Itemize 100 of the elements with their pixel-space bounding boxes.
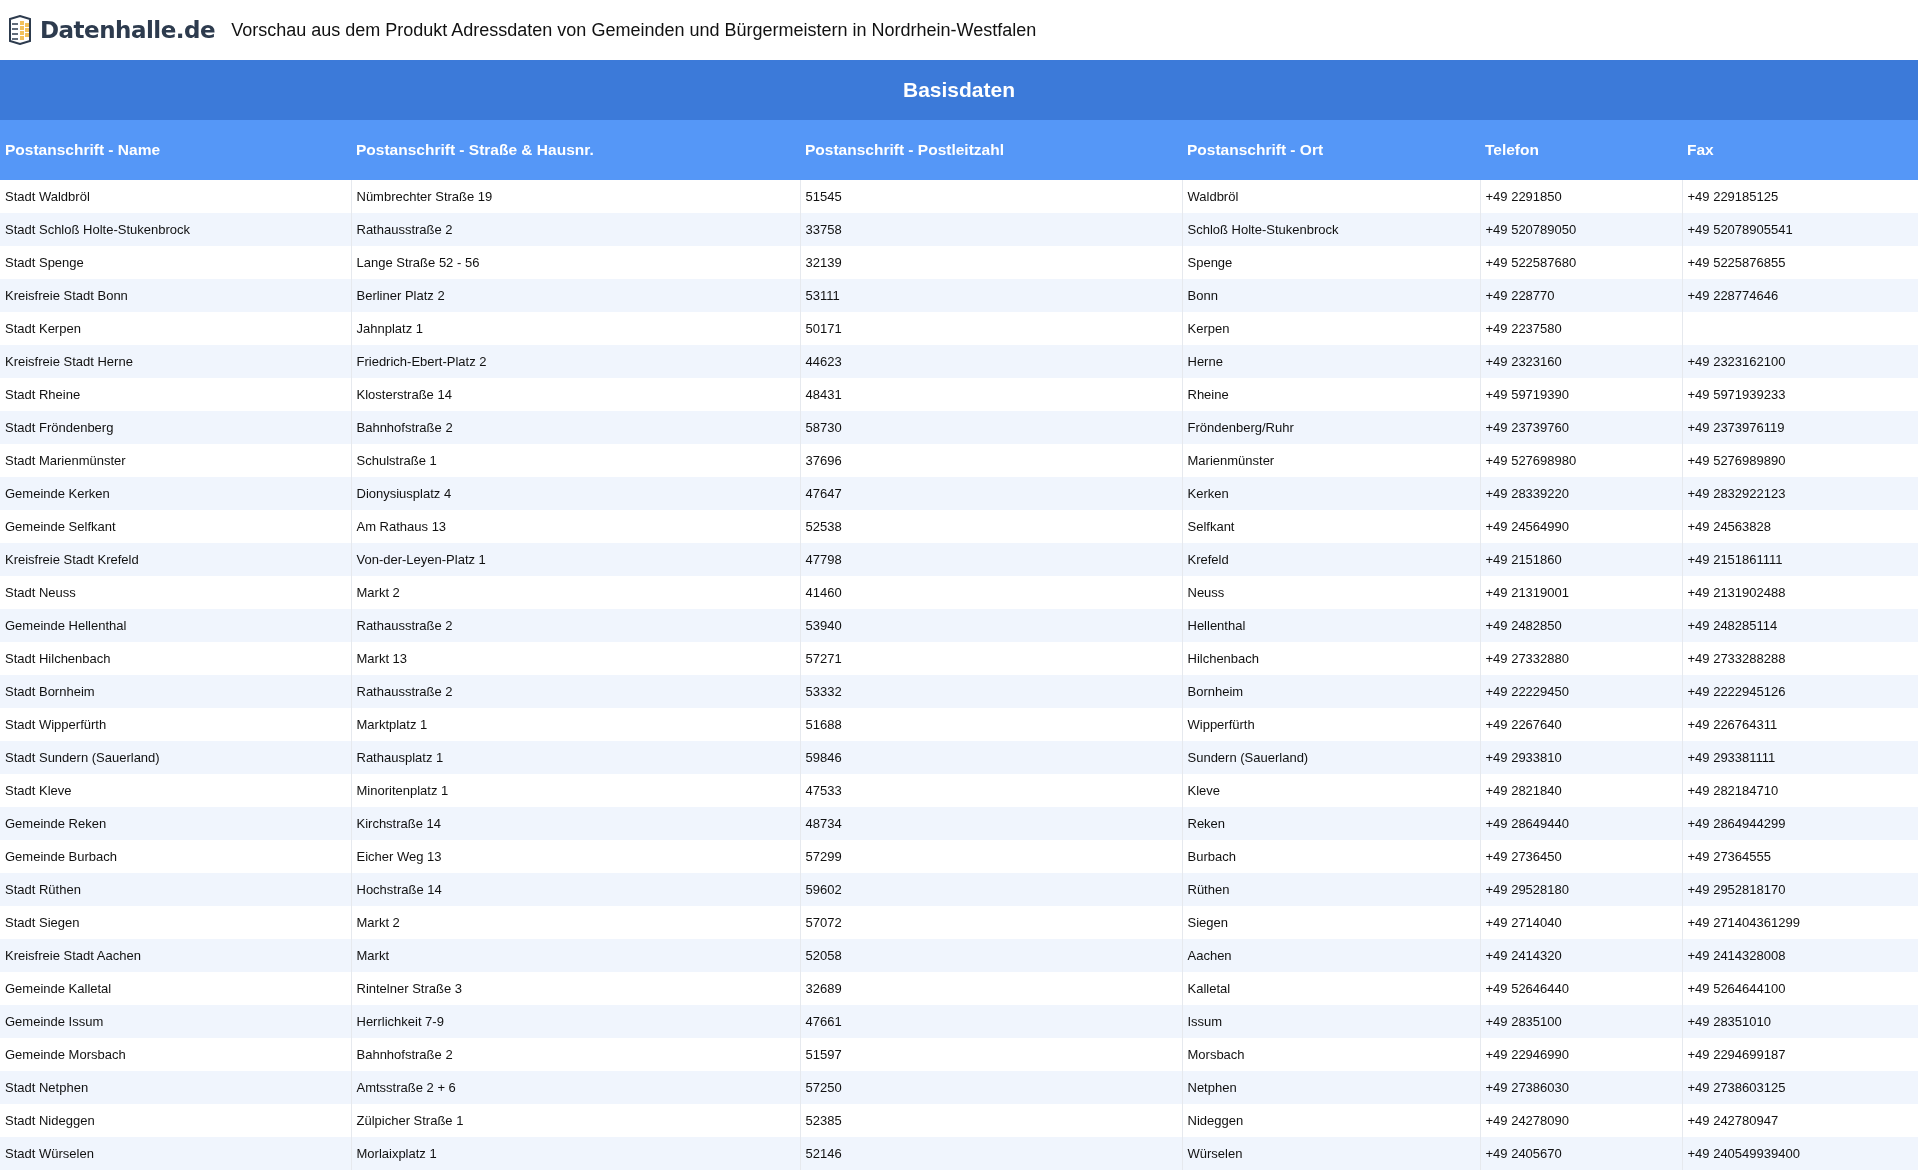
table-cell: Kerpen xyxy=(1187,321,1230,336)
table-cell: Zülpicher Straße 1 xyxy=(356,1113,464,1128)
table-cell: +49 52078905541 xyxy=(1687,222,1793,237)
table-cell: 53332 xyxy=(805,684,842,699)
table-cell: +49 2131902488 xyxy=(1687,585,1786,600)
table-cell: Eicher Weg 13 xyxy=(356,849,442,864)
table-cell: Kreisfreie Stadt Krefeld xyxy=(5,552,139,567)
table-cell: +49 2952818170 xyxy=(1687,882,1786,897)
column-header: Postanschrift - Name xyxy=(0,120,351,180)
table-cell: Amtsstraße 2 + 6 xyxy=(356,1080,456,1095)
table-cell: Kleve xyxy=(1187,783,1221,798)
table-cell: +49 2738603125 xyxy=(1687,1080,1786,1095)
table-cell: 51688 xyxy=(805,717,842,732)
table-cell: Stadt Sundern (Sauerland) xyxy=(5,750,160,765)
table-cell: Lange Straße 52 - 56 xyxy=(356,255,480,270)
table-cell: Stadt Bornheim xyxy=(5,684,95,699)
table-cell: Reken xyxy=(1187,816,1226,831)
table-cell: +49 229185125 xyxy=(1687,189,1779,204)
column-header: Fax xyxy=(1682,120,1918,180)
table-cell: +49 22229450 xyxy=(1485,684,1569,699)
table-cell: 47533 xyxy=(805,783,842,798)
table-cell: Stadt Fröndenberg xyxy=(5,420,114,435)
table-cell: Nideggen xyxy=(1187,1113,1244,1128)
table-cell: Kirchstraße 14 xyxy=(356,816,442,831)
table-cell: Spenge xyxy=(1187,255,1233,270)
table-cell: 52058 xyxy=(805,948,842,963)
table-cell: +49 2832922123 xyxy=(1687,486,1786,501)
column-header: Postanschrift - Ort xyxy=(1182,120,1480,180)
table-cell: +49 27332880 xyxy=(1485,651,1569,666)
table-cell: Stadt Spenge xyxy=(5,255,84,270)
table-cell: +49 2864944299 xyxy=(1687,816,1786,831)
table-cell: Marktplatz 1 xyxy=(356,717,428,732)
table-cell: Sundern (Sauerland) xyxy=(1187,750,1309,765)
table-cell: Markt 2 xyxy=(356,585,400,600)
table-cell: Herne xyxy=(1187,354,1223,369)
table-cell: +49 293381111 xyxy=(1687,750,1776,765)
table-cell: 53940 xyxy=(805,618,842,633)
table-cell: Aachen xyxy=(1187,948,1232,963)
table-cell: +49 22946990 xyxy=(1485,1047,1569,1062)
table-cell: +49 24278090 xyxy=(1485,1113,1569,1128)
table-cell: 51545 xyxy=(805,189,842,204)
table-cell: +49 282184710 xyxy=(1687,783,1779,798)
table-cell: +49 271404361299 xyxy=(1687,915,1800,930)
table-cell: 59602 xyxy=(805,882,842,897)
table-cell: Stadt Siegen xyxy=(5,915,80,930)
table-cell: Von-der-Leyen-Platz 1 xyxy=(356,552,486,567)
table-cell: Klosterstraße 14 xyxy=(356,387,452,402)
table-cell: 53111 xyxy=(805,288,840,303)
table-cell: Schulstraße 1 xyxy=(356,453,437,468)
table-cell: +49 2714040 xyxy=(1485,915,1562,930)
table-cell: +49 2267640 xyxy=(1485,717,1562,732)
table-cell: Hochstraße 14 xyxy=(356,882,442,897)
table-cell: Kerken xyxy=(1187,486,1229,501)
table-cell: 32689 xyxy=(805,981,842,996)
table-cell: Bahnhofstraße 2 xyxy=(356,420,453,435)
table-cell: Hellenthal xyxy=(1187,618,1246,633)
table-cell: 47798 xyxy=(805,552,842,567)
table-cell: Friedrich-Ebert-Platz 2 xyxy=(356,354,487,369)
table-caption: Basisdaten xyxy=(0,60,1918,120)
table-cell: +49 2733288288 xyxy=(1687,651,1786,666)
table-cell: Stadt Rüthen xyxy=(5,882,81,897)
table-cell: Stadt Hilchenbach xyxy=(5,651,111,666)
table-cell: Stadt Nideggen xyxy=(5,1113,95,1128)
table-cell: Stadt Neuss xyxy=(5,585,76,600)
table-cell: +49 5276989890 xyxy=(1687,453,1786,468)
table-cell: Issum xyxy=(1187,1014,1223,1029)
table-cell: 37696 xyxy=(805,453,842,468)
table-cell: +49 52646440 xyxy=(1485,981,1569,996)
table-cell: Hilchenbach xyxy=(1187,651,1260,666)
table-cell: Stadt Waldbröl xyxy=(5,189,90,204)
table-cell: +49 27364555 xyxy=(1687,849,1771,864)
table-cell: +49 2323162100 xyxy=(1687,354,1786,369)
table-cell: +49 2414320 xyxy=(1485,948,1562,963)
table-cell: +49 2151861111 xyxy=(1687,552,1783,567)
table-cell: 52146 xyxy=(805,1146,842,1161)
table-cell: +49 5971939233 xyxy=(1687,387,1786,402)
table-cell: 57271 xyxy=(805,651,842,666)
table-cell: Stadt Schloß Holte-Stukenbrock xyxy=(5,222,190,237)
table-cell: 50171 xyxy=(805,321,842,336)
table-cell: +49 2933810 xyxy=(1485,750,1562,765)
table-cell: +49 2222945126 xyxy=(1687,684,1786,699)
table-cell: Morlaixplatz 1 xyxy=(356,1146,437,1161)
table-cell: Bornheim xyxy=(1187,684,1244,699)
table-cell: +49 248285114 xyxy=(1687,618,1778,633)
table-cell: 59846 xyxy=(805,750,842,765)
table-cell: 41460 xyxy=(805,585,842,600)
logo-icon xyxy=(6,15,34,45)
table-cell: 33758 xyxy=(805,222,842,237)
table-cell: +49 28351010 xyxy=(1687,1014,1771,1029)
table-cell: Am Rathaus 13 xyxy=(356,519,447,534)
table-cell: Rathausstraße 2 xyxy=(356,618,453,633)
table-cell: +49 28649440 xyxy=(1485,816,1569,831)
table-cell: Rüthen xyxy=(1187,882,1230,897)
table-cell: Krefeld xyxy=(1187,552,1229,567)
table-cell: 57250 xyxy=(805,1080,842,1095)
table-cell: 57072 xyxy=(805,915,842,930)
logo-text[interactable]: Datenhalle.de xyxy=(40,17,216,43)
table-cell: +49 228770 xyxy=(1485,288,1555,303)
table-cell: +49 24563828 xyxy=(1687,519,1771,534)
table-cell: Siegen xyxy=(1187,915,1228,930)
